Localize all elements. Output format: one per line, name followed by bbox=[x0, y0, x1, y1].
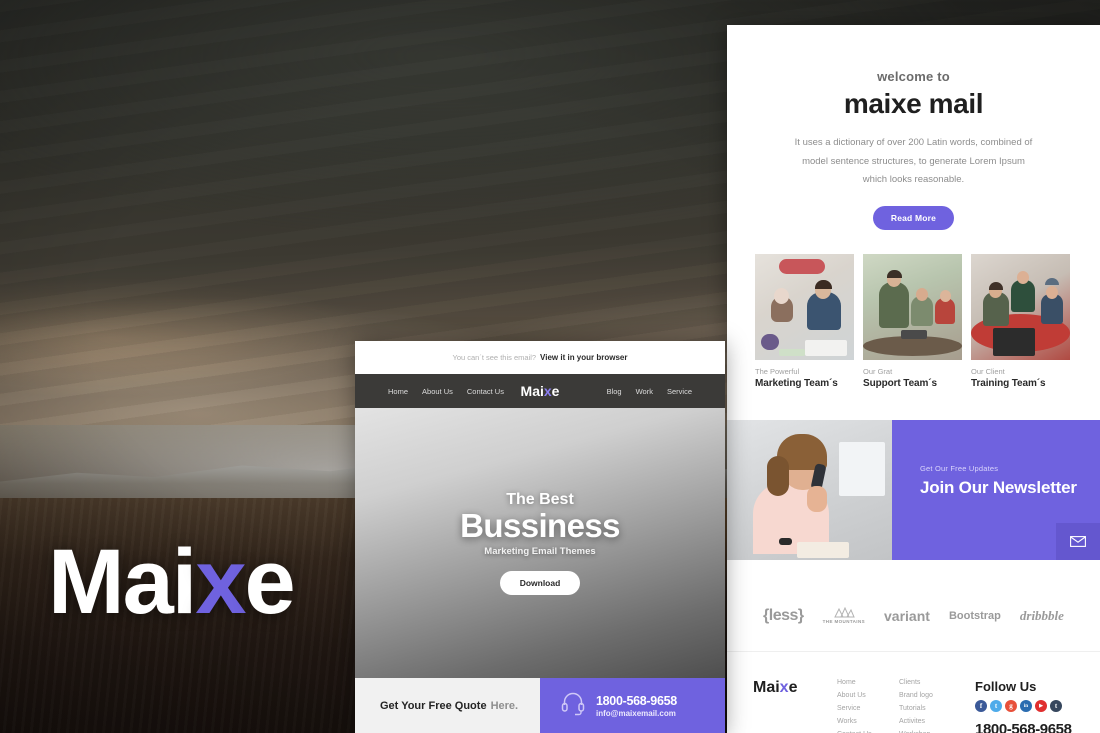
screenshot-stage: Maixe welcome to maixe mail It uses a di… bbox=[0, 0, 1100, 733]
nav-logo-post: e bbox=[551, 383, 560, 399]
welcome-kicker: welcome to bbox=[877, 69, 950, 84]
footer-link[interactable]: Works bbox=[837, 718, 899, 725]
brand-title-post: e bbox=[244, 531, 296, 633]
footer-link[interactable]: Tutorials bbox=[899, 705, 961, 712]
team-card[interactable]: Our Client Training Team´s bbox=[971, 253, 1070, 389]
team-card[interactable]: Our Grat Support Team´s bbox=[863, 253, 962, 389]
newsletter-panel: Get Our Free Updates Join Our Newsletter bbox=[892, 420, 1100, 560]
nav-item-home[interactable]: Home bbox=[388, 387, 408, 396]
team-name: Marketing Team´s bbox=[755, 377, 838, 389]
dribbble-logo: dribbble bbox=[1019, 607, 1064, 623]
contact-panel: 1800-568-9658 info@maixemail.com bbox=[540, 678, 725, 733]
social-icons-row: f t g in ▶ t bbox=[975, 700, 1074, 712]
youtube-icon[interactable]: ▶ bbox=[1035, 700, 1047, 712]
team-photo-training bbox=[971, 253, 1070, 360]
nav-logo[interactable]: Maixe bbox=[505, 383, 576, 399]
team-name: Training Team´s bbox=[971, 377, 1046, 389]
footer-brand: Maixe bbox=[753, 679, 837, 733]
welcome-body: It uses a dictionary of over 200 Latin w… bbox=[794, 137, 1033, 186]
hero-overlay: The Best Bussiness Marketing Email Theme… bbox=[355, 408, 725, 678]
mountain-icon: THE MOUNTAINS bbox=[823, 607, 865, 624]
footer-link[interactable]: Clients bbox=[899, 679, 961, 686]
teams-section: The Powerful Marketing Team´s Our Grat S… bbox=[727, 230, 1100, 389]
team-photo-marketing bbox=[755, 253, 854, 360]
nav-item-work[interactable]: Work bbox=[636, 387, 653, 396]
team-name: Support Team´s bbox=[863, 377, 937, 389]
footer-link[interactable]: Activites bbox=[899, 718, 961, 725]
hero-kicker: The Best bbox=[506, 490, 574, 508]
email-preview-card: welcome to maixe mail It uses a dictiona… bbox=[727, 25, 1100, 733]
contact-details: 1800-568-9658 info@maixemail.com bbox=[596, 694, 677, 718]
newsletter-section: Get Our Free Updates Join Our Newsletter bbox=[727, 420, 1100, 560]
footer-brand-post: e bbox=[788, 679, 798, 696]
team-sub: Our Grat bbox=[863, 366, 893, 376]
nav-right-group: Blog Work Service bbox=[575, 387, 692, 396]
facebook-icon[interactable]: f bbox=[975, 700, 987, 712]
partner-logos-row: {less} THE MOUNTAINS variant Bootstrap d… bbox=[727, 580, 1100, 652]
team-photo-support bbox=[863, 253, 962, 360]
footer-links-col2: Clients Brand logo Tutorials Activites W… bbox=[899, 679, 961, 733]
nav-item-contact-us[interactable]: Contact Us bbox=[467, 387, 504, 396]
download-button[interactable]: Download bbox=[499, 571, 581, 596]
less-logo: {less} bbox=[763, 606, 804, 624]
nav-left-group: Home About Us Contact Us bbox=[388, 387, 505, 396]
hero-section: The Best Bussiness Marketing Email Theme… bbox=[355, 408, 725, 678]
footer-link[interactable]: Service bbox=[837, 705, 899, 712]
footer-link[interactable]: Home bbox=[837, 679, 899, 686]
footer-contact-block: Follow Us f t g in ▶ t 1800-568-9658 in f… bbox=[961, 679, 1074, 733]
email-footer: Maixe Home About Us Service Works Contac… bbox=[727, 653, 1100, 733]
template-navbar: Home About Us Contact Us Maixe Blog Work… bbox=[355, 374, 725, 408]
contact-email: info@maixemail.com bbox=[596, 708, 676, 718]
footer-brand-accent: x bbox=[779, 679, 789, 696]
team-sub: The Powerful bbox=[755, 366, 800, 376]
view-in-browser-text: You can´t see this email? bbox=[452, 353, 537, 362]
bootstrap-logo: Bootstrap bbox=[948, 609, 1001, 622]
nav-logo-pre: Mai bbox=[520, 383, 544, 399]
twitter-icon[interactable]: t bbox=[990, 700, 1002, 712]
google-plus-icon[interactable]: g bbox=[1005, 700, 1017, 712]
nav-item-service[interactable]: Service bbox=[667, 387, 692, 396]
page-title: Maixe bbox=[48, 536, 296, 628]
variant-logo: variant bbox=[884, 607, 930, 624]
footer-brand-pre: Mai bbox=[753, 679, 780, 696]
mountains-logo-text: THE MOUNTAINS bbox=[822, 619, 866, 624]
free-quote-text[interactable]: Get Your Free Quote Here. bbox=[355, 678, 540, 733]
team-sub: Our Client bbox=[971, 366, 1005, 376]
nav-item-about-us[interactable]: About Us bbox=[422, 387, 453, 396]
newsletter-kicker: Get Our Free Updates bbox=[920, 464, 999, 473]
nav-logo-accent: x bbox=[543, 383, 552, 399]
envelope-icon[interactable] bbox=[1056, 523, 1100, 560]
welcome-section: welcome to maixe mail It uses a dictiona… bbox=[727, 25, 1100, 230]
footer-phone: 1800-568-9658 bbox=[975, 721, 1072, 733]
footer-link[interactable]: About Us bbox=[837, 692, 899, 699]
follow-us-heading: Follow Us bbox=[975, 679, 1037, 694]
brand-title-accent: x bbox=[195, 531, 246, 633]
quote-bar: Get Your Free Quote Here. 1800-568-9658 … bbox=[355, 678, 725, 733]
newsletter-title: Join Our Newsletter bbox=[920, 478, 1077, 497]
view-in-browser-link[interactable]: View it in your browser bbox=[540, 353, 627, 362]
footer-link[interactable]: Brand logo bbox=[899, 692, 961, 699]
footer-links-col1: Home About Us Service Works Contact Us bbox=[837, 679, 899, 733]
headset-icon bbox=[560, 690, 586, 721]
team-card[interactable]: The Powerful Marketing Team´s bbox=[755, 253, 854, 389]
hero-subtitle: Marketing Email Themes bbox=[484, 546, 596, 558]
free-quote-label: Get Your Free Quote bbox=[380, 699, 487, 712]
hero-title: Bussiness bbox=[460, 506, 620, 544]
tumblr-icon[interactable]: t bbox=[1050, 700, 1062, 712]
newsletter-photo bbox=[727, 420, 892, 560]
nav-item-blog[interactable]: Blog bbox=[607, 387, 622, 396]
brand-title-pre: Mai bbox=[48, 531, 197, 633]
linkedin-icon[interactable]: in bbox=[1020, 700, 1032, 712]
read-more-button[interactable]: Read More bbox=[872, 205, 955, 230]
view-in-browser-bar: You can´t see this email? View it in you… bbox=[355, 341, 725, 374]
free-quote-here-link[interactable]: Here. bbox=[491, 700, 519, 712]
welcome-title: maixe mail bbox=[843, 88, 984, 119]
email-template-card: You can´t see this email? View it in you… bbox=[355, 341, 725, 733]
contact-phone: 1800-568-9658 bbox=[596, 693, 677, 708]
